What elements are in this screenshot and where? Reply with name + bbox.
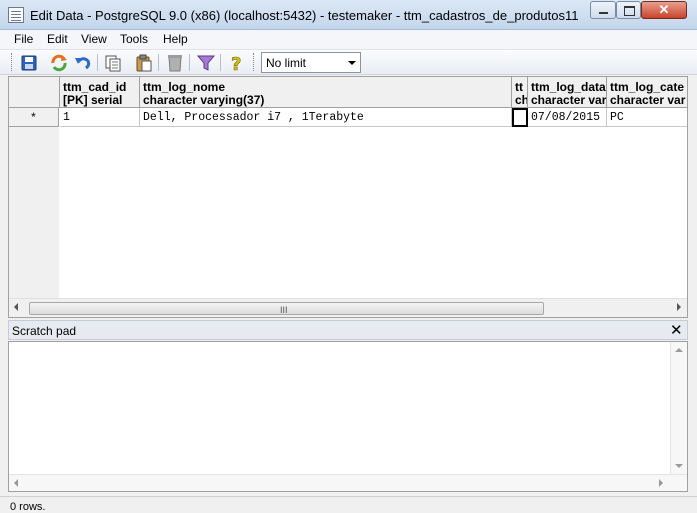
scratch-pad-header: Scratch pad ✕ [8,320,688,340]
refresh-icon [51,54,67,72]
data-grid: ttm_cad_id [PK] serial ttm_log_nome char… [8,76,688,318]
menu-tools[interactable]: Tools [120,32,148,46]
grid-cell[interactable]: 1 [60,108,140,127]
grid-cell-checkbox[interactable] [512,108,528,127]
toolbar-separator [220,54,221,71]
chevron-down-icon [348,61,356,65]
toolbar-grip[interactable] [253,53,256,71]
row-limit-value: No limit [266,56,307,70]
horizontal-scrollbar[interactable]: III [9,298,687,317]
menu-file[interactable]: File [14,32,33,46]
column-header[interactable]: ttm_log_nome character varying(37) [140,77,512,108]
scrollbar-grip: III [280,305,288,315]
grid-cell[interactable]: PC [607,108,687,127]
toolbar-separator [97,54,98,71]
grid-corner[interactable] [9,77,60,108]
toolbar-grip[interactable] [11,53,14,71]
column-header[interactable]: ttm_log_cate character var [607,77,687,108]
column-header[interactable]: ttm_cad_id [PK] serial [60,77,140,108]
toolbar-separator [189,54,190,71]
close-button[interactable]: ✕ [641,1,687,19]
horizontal-scrollbar[interactable] [9,474,687,491]
scroll-right-icon[interactable] [677,303,681,311]
scroll-right-icon[interactable] [659,479,663,487]
menu-help[interactable]: Help [163,32,188,46]
grid-cell[interactable]: Dell, Processador i7 , 1Terabyte [140,108,512,127]
menu-bar: File Edit View Tools Help [0,30,697,50]
help-icon: ? [231,54,242,76]
column-name: ttm_log_nome [143,80,226,94]
menu-edit[interactable]: Edit [47,32,68,46]
column-name: ttm_log_cate [610,80,685,94]
column-name: ttm_log_data [531,80,606,94]
close-icon[interactable]: ✕ [670,321,683,339]
scratch-pad-title: Scratch pad [12,324,77,338]
close-icon: ✕ [658,2,670,17]
undo-icon [75,57,91,70]
row-header-area [9,126,59,298]
maximize-button[interactable] [616,1,641,19]
delete-button[interactable] [165,53,185,73]
toolbar: ? No limit [0,50,697,75]
column-header[interactable]: ttm_log_data character var [528,77,607,108]
delete-icon [168,55,182,72]
filter-icon [196,55,216,71]
help-button[interactable]: ? [227,53,247,76]
scrollbar-thumb[interactable]: III [29,302,544,315]
row-header[interactable]: * [9,108,59,127]
toolbar-separator [158,54,159,71]
copy-icon [105,55,121,72]
save-icon [21,55,37,71]
column-type: character varying(37) [143,93,265,107]
column-type: character var [610,93,686,107]
scroll-down-icon[interactable] [675,464,683,468]
paste-icon [136,54,152,72]
column-type: character var [531,93,607,107]
paste-button[interactable] [134,53,154,73]
column-type: [PK] serial [63,93,123,107]
window-title: Edit Data - PostgreSQL 9.0 (x86) (localh… [30,8,579,23]
svg-text:?: ? [231,54,241,73]
column-type: ch [515,93,528,107]
refresh-button[interactable] [49,53,69,73]
column-header[interactable]: tt ch [512,77,528,108]
row-limit-dropdown[interactable]: No limit [261,52,361,73]
column-name: tt [515,80,523,94]
column-name: ttm_cad_id [63,80,127,94]
title-bar: Edit Data - PostgreSQL 9.0 (x86) (localh… [0,0,697,30]
copy-button[interactable] [103,53,123,73]
undo-button[interactable] [73,53,93,73]
minimize-button[interactable] [590,1,616,19]
status-bar: 0 rows. [0,496,697,513]
menu-view[interactable]: View [81,32,107,46]
save-button[interactable] [19,53,39,73]
scratch-pad-textarea[interactable] [8,341,688,492]
grid-cell[interactable]: 07/08/2015 [528,108,607,127]
vertical-scrollbar[interactable] [670,342,687,474]
table-icon [8,7,24,23]
filter-button[interactable] [196,53,216,73]
scroll-up-icon[interactable] [675,348,683,352]
scroll-left-icon[interactable] [14,479,18,487]
scroll-left-icon[interactable] [14,303,18,311]
row-count-status: 0 rows. [10,501,46,513]
